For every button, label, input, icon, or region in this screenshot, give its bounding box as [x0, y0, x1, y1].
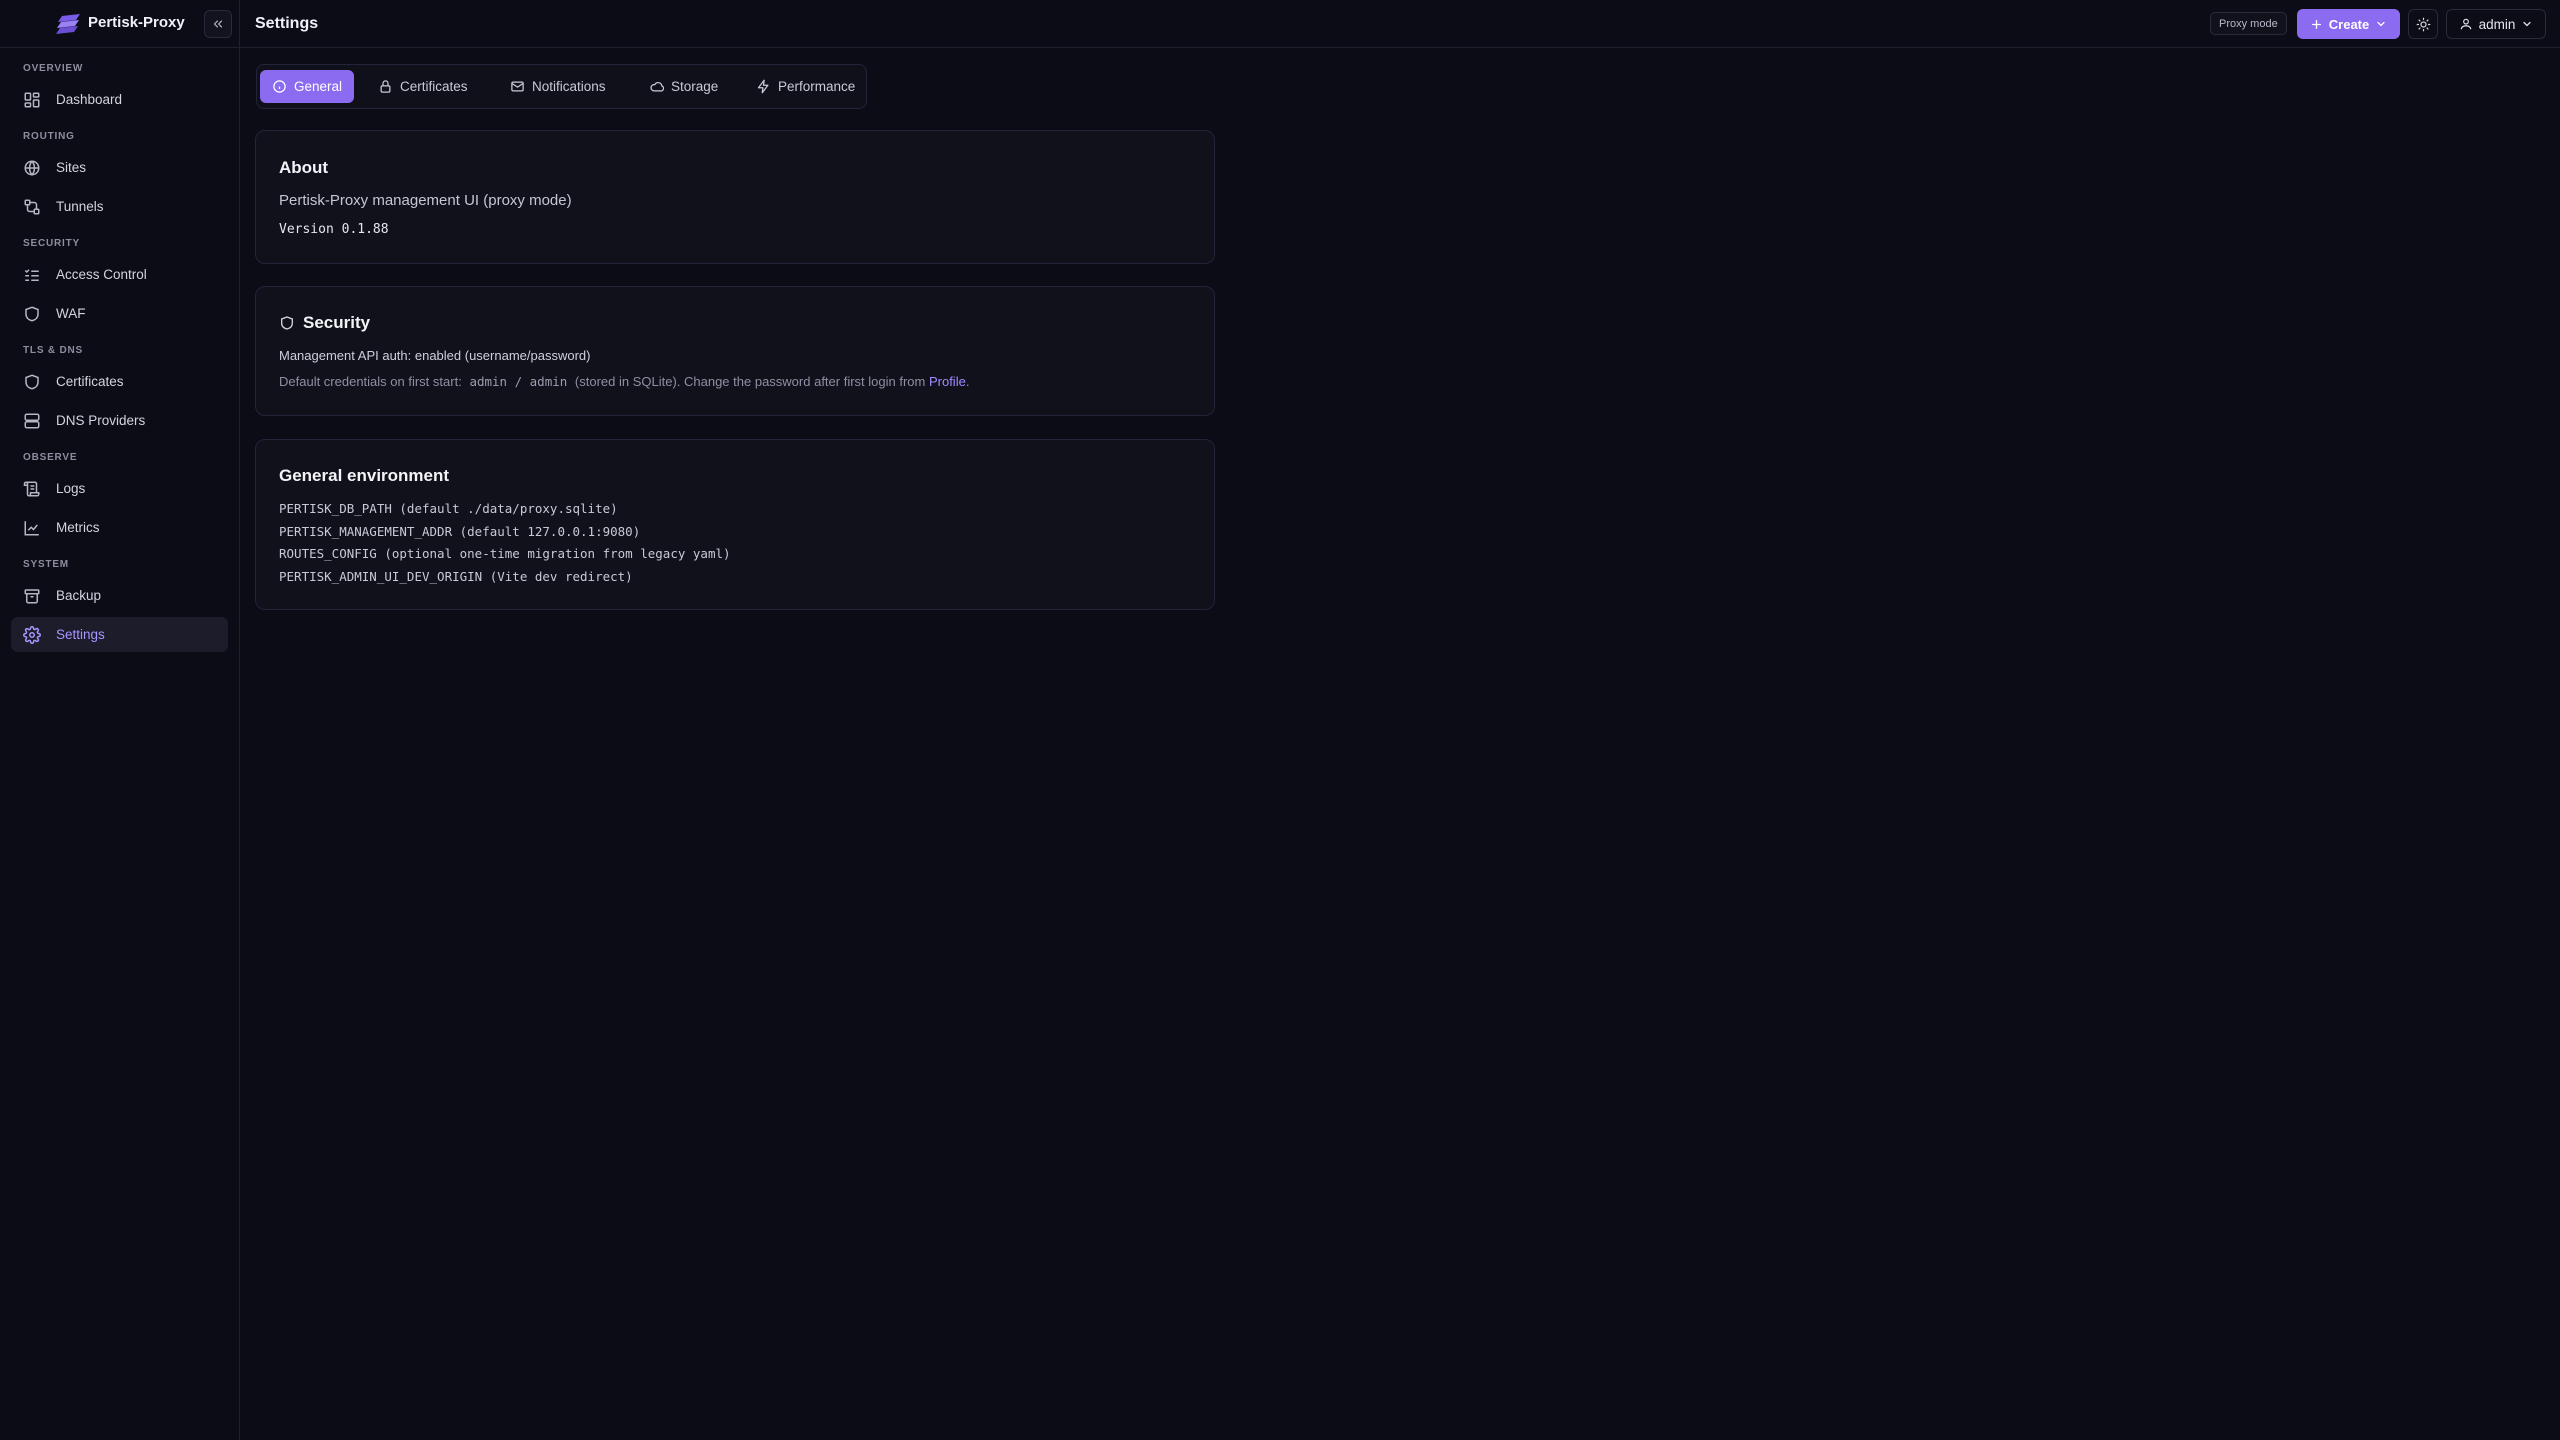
- shield-icon: [23, 305, 41, 323]
- environment-card: General environment PERTISK_DB_PATH (def…: [255, 439, 1215, 610]
- nav-section-tls-dns: TLS & DNS: [23, 345, 83, 356]
- sidebar-item-waf[interactable]: WAF: [11, 296, 228, 331]
- chart-line-icon: [23, 519, 41, 537]
- nav-section-system: SYSTEM: [23, 559, 69, 570]
- sidebar-item-certificates[interactable]: Certificates: [11, 364, 228, 399]
- page-title: Settings: [255, 15, 319, 32]
- nav-section-overview: OVERVIEW: [23, 63, 84, 74]
- tab-storage[interactable]: Storage: [637, 70, 730, 103]
- info-icon: [272, 79, 287, 94]
- tab-notifications[interactable]: Notifications: [498, 70, 618, 103]
- tab-performance[interactable]: Performance: [744, 70, 867, 103]
- profile-link[interactable]: Profile: [929, 374, 966, 389]
- list-check-icon: [23, 266, 41, 284]
- create-button-label: Create: [2328, 16, 2370, 32]
- tab-label: Certificates: [400, 79, 468, 94]
- sidebar-item-label: Backup: [56, 588, 102, 603]
- creds-prefix: Default credentials on first start:: [279, 374, 462, 389]
- shield-icon: [23, 373, 41, 391]
- security-card: Security Management API auth: enabled (u…: [255, 286, 1215, 416]
- environment-title: General environment: [279, 466, 450, 485]
- app-name: Pertisk-Proxy: [88, 14, 185, 31]
- sidebar-item-settings[interactable]: Settings: [11, 617, 228, 652]
- sidebar-item-label: Tunnels: [56, 199, 104, 214]
- chevrons-left-icon: [213, 20, 223, 28]
- default-credentials: admin / admin: [469, 374, 568, 389]
- env-var-line: ROUTES_CONFIG (optional one-time migrati…: [279, 546, 731, 561]
- sun-icon: [2416, 17, 2430, 31]
- tab-label: Performance: [778, 79, 856, 94]
- sidebar-item-label: Logs: [56, 481, 86, 496]
- server-icon: [23, 412, 41, 430]
- user-icon: [2460, 18, 2471, 30]
- default-credentials-note: Default credentials on first start: admi…: [279, 374, 969, 389]
- chevron-down-icon: [2523, 21, 2532, 27]
- tab-certificates[interactable]: Certificates: [366, 70, 480, 103]
- security-heading: Security: [279, 313, 370, 333]
- sidebar-item-metrics[interactable]: Metrics: [11, 510, 228, 545]
- nav-section-security: SECURITY: [23, 238, 80, 249]
- lock-icon: [378, 79, 393, 94]
- about-card: About Pertisk-Proxy management UI (proxy…: [255, 130, 1215, 264]
- plus-icon: [2311, 19, 2321, 29]
- sidebar-item-backup[interactable]: Backup: [11, 578, 228, 613]
- env-var-line: PERTISK_MANAGEMENT_ADDR (default 127.0.0…: [279, 524, 641, 539]
- sidebar-item-label: Sites: [56, 160, 87, 175]
- scroll-icon: [23, 480, 41, 498]
- archive-icon: [23, 587, 41, 605]
- sidebar-item-label: Dashboard: [56, 92, 123, 107]
- sidebar-item-tunnels[interactable]: Tunnels: [11, 189, 228, 224]
- tab-general[interactable]: General: [260, 70, 355, 103]
- nav-section-routing: ROUTING: [23, 131, 75, 142]
- sidebar-item-label: WAF: [56, 306, 86, 321]
- about-description: Pertisk-Proxy management UI (proxy mode): [279, 192, 572, 209]
- security-title: Security: [303, 313, 371, 332]
- creds-period: .: [965, 374, 970, 389]
- nav-section-observe: OBSERVE: [23, 452, 78, 463]
- tab-label: General: [294, 79, 343, 94]
- brand-header: Pertisk-Proxy: [0, 0, 240, 48]
- sidebar: Pertisk-Proxy OVERVIEW Dashboard ROUTING…: [0, 0, 240, 1440]
- bolt-icon: [756, 79, 771, 94]
- gear-icon: [23, 625, 41, 644]
- topbar: Settings Proxy mode Create admin: [240, 0, 2560, 48]
- dashboard-icon: [23, 91, 41, 109]
- user-name: admin: [2478, 16, 2516, 32]
- mail-icon: [510, 79, 525, 94]
- creds-suffix: (stored in SQLite). Change the password …: [574, 374, 926, 389]
- sidebar-item-dashboard[interactable]: Dashboard: [11, 82, 228, 117]
- version-label: Version 0.1.88: [279, 222, 389, 237]
- sidebar-item-label: Certificates: [56, 374, 124, 389]
- theme-toggle-button[interactable]: [2408, 9, 2438, 39]
- auth-status: Management API auth: enabled (username/p…: [279, 348, 591, 363]
- tab-label: Notifications: [532, 79, 606, 94]
- collapse-sidebar-button[interactable]: [204, 10, 232, 38]
- env-var-line: PERTISK_DB_PATH (default ./data/proxy.sq…: [279, 501, 618, 516]
- globe-icon: [23, 159, 41, 177]
- sidebar-item-access-control[interactable]: Access Control: [11, 257, 228, 292]
- logo-icon: [56, 14, 80, 34]
- sidebar-item-dns-providers[interactable]: DNS Providers: [11, 403, 228, 438]
- shield-icon: [281, 316, 293, 330]
- sidebar-item-label: Access Control: [56, 267, 147, 282]
- env-var-line: PERTISK_ADMIN_UI_DEV_ORIGIN (Vite dev re…: [279, 569, 633, 584]
- sidebar-item-logs[interactable]: Logs: [11, 471, 228, 506]
- settings-tabs: General Certificates Notifications Stora…: [256, 64, 867, 109]
- sidebar-item-label: Settings: [56, 627, 105, 642]
- sidebar-item-sites[interactable]: Sites: [11, 150, 228, 185]
- chevron-down-icon: [2377, 21, 2385, 27]
- cloud-icon: [649, 79, 664, 94]
- proxy-mode-badge: Proxy mode: [2210, 12, 2287, 35]
- about-title: About: [279, 158, 329, 177]
- tab-label: Storage: [671, 79, 719, 94]
- tunnel-icon: [23, 198, 41, 216]
- user-menu-button[interactable]: admin: [2446, 9, 2546, 39]
- sidebar-item-label: Metrics: [56, 520, 100, 535]
- create-button[interactable]: Create: [2297, 9, 2400, 39]
- sidebar-item-label: DNS Providers: [56, 413, 146, 428]
